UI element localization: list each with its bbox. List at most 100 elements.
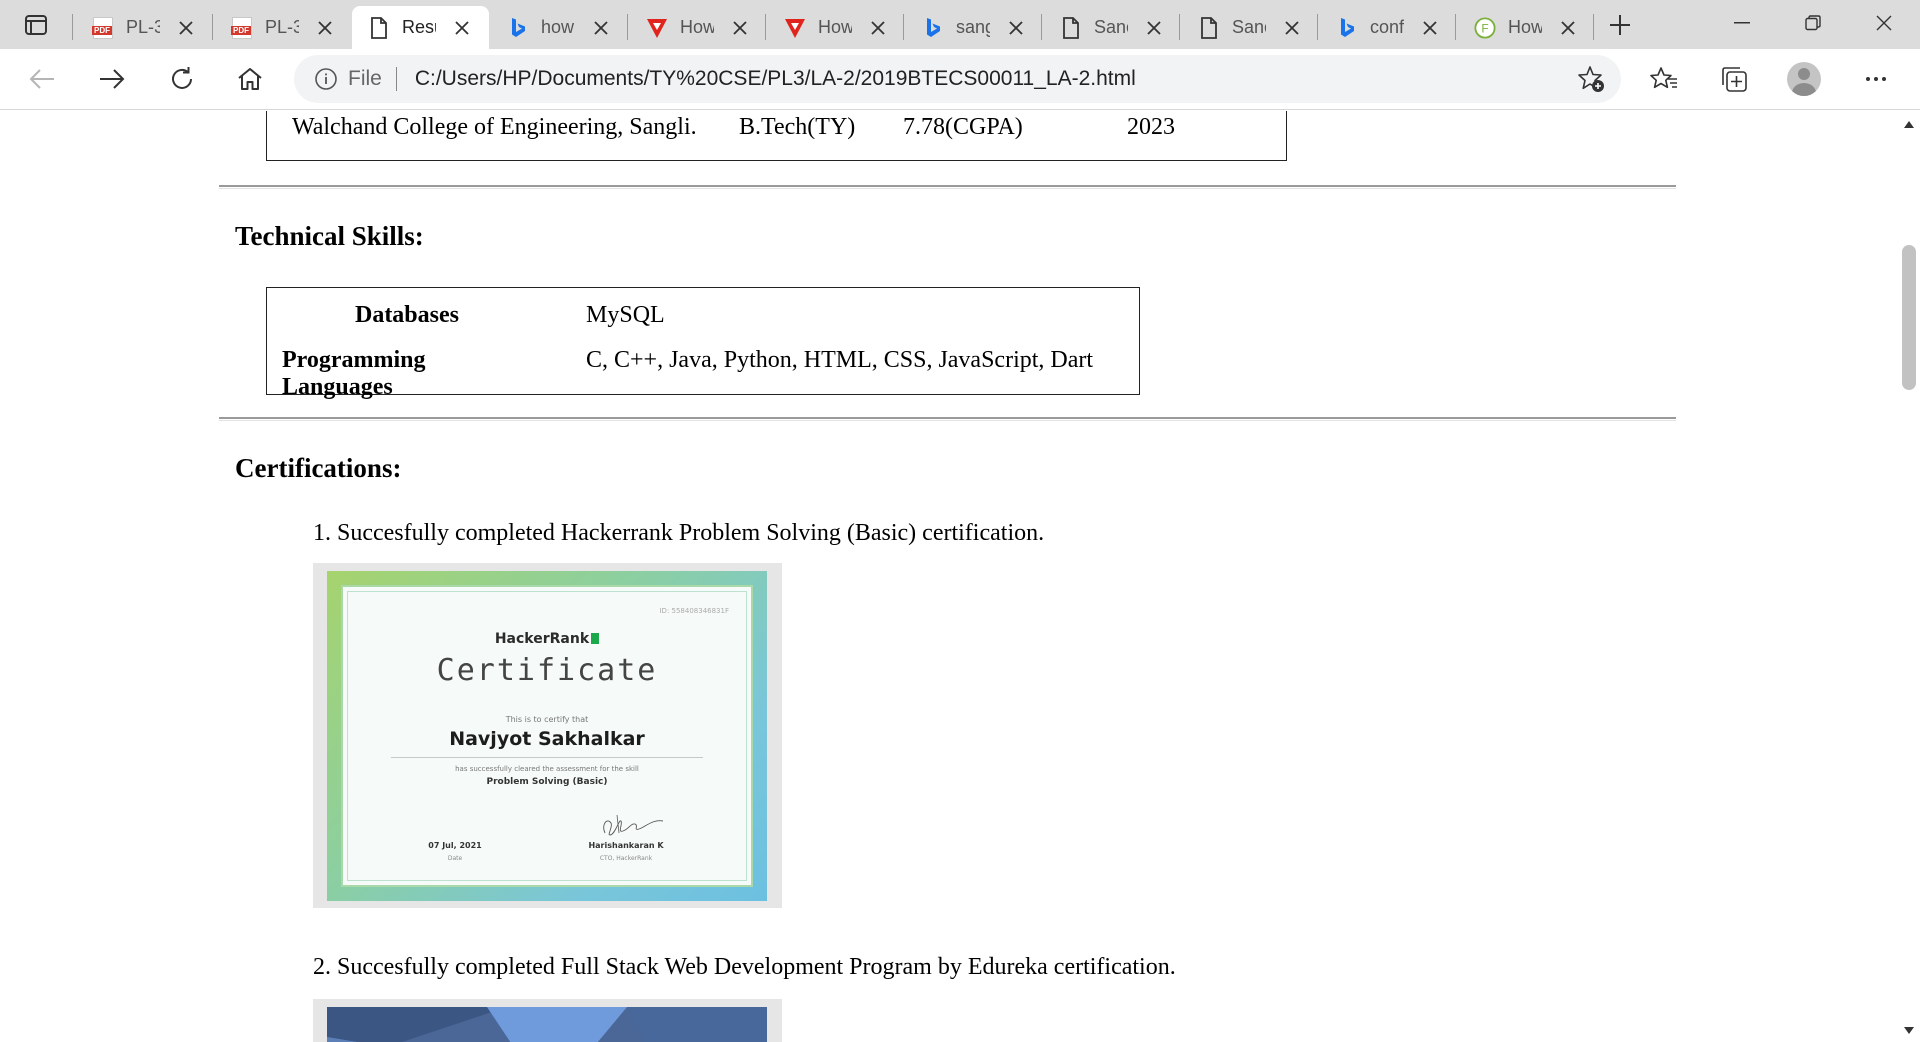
restore-button[interactable] — [1779, 0, 1847, 46]
signature-image — [603, 814, 664, 836]
hackerrank-brand-text: HackerRank — [494, 631, 590, 647]
section-divider — [219, 185, 1676, 189]
info-icon[interactable] — [314, 67, 338, 91]
skill-label-programming: Programming Languages — [282, 347, 426, 400]
certificate-body: ID: 558408346831F HackerRank Certificate… — [341, 585, 753, 887]
tab-separator — [1179, 14, 1180, 40]
avatar — [1787, 62, 1821, 96]
vedantu-icon — [646, 17, 668, 39]
scheme-label: File — [348, 67, 382, 90]
edureka-certificate-pattern — [327, 1007, 767, 1042]
close-icon[interactable] — [1144, 18, 1164, 38]
restore-icon — [1805, 15, 1821, 31]
tab-separator — [1317, 14, 1318, 40]
recipient-name: Navjyot Sakhalkar — [449, 728, 645, 750]
bing-icon — [507, 17, 529, 39]
tab-1[interactable]: PDF PL-3 — [215, 6, 347, 49]
certificate-border: ID: 558408346831F HackerRank Certificate… — [327, 571, 767, 901]
forward-button[interactable] — [92, 61, 132, 97]
favorites-icon — [1650, 67, 1677, 89]
minimize-icon — [1734, 22, 1750, 24]
tab-9[interactable]: conf — [1320, 6, 1452, 49]
tab-separator — [72, 14, 73, 40]
certified-skill: Problem Solving (Basic) — [486, 777, 608, 787]
settings-more-button[interactable] — [1856, 61, 1896, 97]
add-favorite-button[interactable] — [1575, 63, 1607, 95]
tab-2-active[interactable]: Resu — [352, 6, 489, 49]
document-icon — [1198, 16, 1220, 39]
close-icon[interactable] — [730, 18, 750, 38]
certifications-heading: Certifications: — [235, 453, 402, 483]
new-tab-button[interactable] — [1604, 10, 1636, 40]
refresh-button[interactable] — [162, 61, 202, 97]
more-dots-icon — [1866, 77, 1886, 81]
minimize-button[interactable] — [1708, 0, 1776, 46]
tab-3[interactable]: how — [491, 6, 623, 49]
tab-label: sang — [956, 17, 990, 37]
close-icon[interactable] — [1006, 18, 1026, 38]
tab-label: How — [1508, 17, 1542, 37]
page-viewport: Walchand College of Engineering, Sangli.… — [0, 111, 1898, 1042]
star-add-icon — [1578, 66, 1604, 92]
browser-toolbar: File C:/Users/HP/Documents/TY%20CSE/PL3/… — [0, 49, 1920, 110]
certificate-id: ID: 558408346831F — [659, 607, 729, 615]
home-icon — [238, 68, 262, 90]
scrollbar-thumb[interactable] — [1902, 245, 1916, 390]
assessment-text: has successfully cleared the assessment … — [455, 765, 639, 773]
scroll-up-arrow[interactable] — [1898, 113, 1920, 135]
close-window-button[interactable] — [1850, 0, 1918, 46]
tab-7[interactable]: Sanc — [1044, 6, 1176, 49]
close-icon[interactable] — [315, 18, 335, 38]
home-button[interactable] — [230, 61, 270, 97]
tab-8[interactable]: Sanc — [1182, 6, 1314, 49]
skill-label-databases: Databases — [354, 302, 459, 328]
favorites-button[interactable] — [1644, 61, 1684, 97]
tab-actions-button[interactable] — [12, 8, 60, 42]
close-icon[interactable] — [176, 18, 196, 38]
svg-text:F: F — [1481, 21, 1488, 35]
back-arrow-icon — [29, 69, 54, 89]
tab-4[interactable]: How — [630, 6, 762, 49]
skill-value-programming: C, C++, Java, Python, HTML, CSS, JavaScr… — [586, 347, 1094, 373]
tab-separator — [1455, 14, 1456, 40]
url-text[interactable]: C:/Users/HP/Documents/TY%20CSE/PL3/LA-2/… — [415, 67, 1136, 91]
close-icon — [1876, 15, 1892, 31]
tab-5[interactable]: How — [768, 6, 900, 49]
skills-table: Databases MySQL Programming Languages C,… — [266, 287, 1140, 400]
pdf-icon: PDF — [231, 16, 253, 39]
caret-up-icon — [1904, 120, 1914, 128]
education-institute: Walchand College of Engineering, Sangli. — [292, 114, 697, 140]
collections-icon — [1722, 67, 1747, 92]
tab-separator — [627, 14, 628, 40]
forward-arrow-icon — [100, 69, 125, 89]
bing-icon — [1336, 17, 1358, 39]
collections-button[interactable] — [1714, 61, 1754, 97]
close-icon[interactable] — [868, 18, 888, 38]
certify-text: This is to certify that — [505, 715, 589, 724]
scroll-down-arrow[interactable] — [1898, 1019, 1920, 1041]
address-bar[interactable]: File C:/Users/HP/Documents/TY%20CSE/PL3/… — [294, 55, 1621, 103]
profile-button[interactable] — [1784, 61, 1824, 97]
tab-separator — [903, 14, 904, 40]
tab-10[interactable]: F How — [1458, 6, 1590, 49]
skill-value-databases: MySQL — [586, 302, 665, 328]
plus-icon — [1610, 15, 1630, 35]
education-score: 7.78(CGPA) — [903, 114, 1023, 140]
vertical-scrollbar[interactable] — [1898, 111, 1920, 1042]
certification-item-1: 1. Succesfully completed Hackerrank Prob… — [313, 520, 1045, 546]
certificate-date: 07 Jul, 2021 — [428, 841, 482, 850]
document-icon — [368, 16, 390, 39]
education-degree: B.Tech(TY) — [739, 114, 856, 140]
close-icon[interactable] — [452, 18, 472, 38]
close-icon[interactable] — [1420, 18, 1440, 38]
close-icon[interactable] — [1282, 18, 1302, 38]
signer-role: CTO, HackerRank — [599, 855, 653, 862]
tab-6[interactable]: sang — [906, 6, 1038, 49]
back-button[interactable] — [22, 61, 62, 97]
tab-label: How — [818, 17, 852, 37]
close-icon[interactable] — [1558, 18, 1578, 38]
close-icon[interactable] — [591, 18, 611, 38]
tab-0[interactable]: PDF PL-3 — [76, 6, 208, 49]
f-icon: F — [1474, 16, 1496, 39]
certification-item-2: 2. Succesfully completed Full Stack Web … — [313, 954, 1176, 980]
